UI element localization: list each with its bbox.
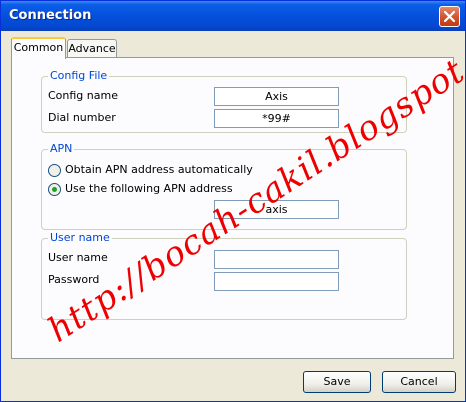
tab-common[interactable]: Common [11, 37, 66, 59]
apn-manual-radio[interactable] [48, 183, 61, 196]
config-name-field[interactable]: Axis [214, 87, 339, 106]
cancel-button[interactable]: Cancel [382, 371, 456, 393]
apn-manual-label[interactable]: Use the following APN address [65, 182, 233, 196]
dial-number-label: Dial number [48, 111, 116, 124]
apn-legend: APN [48, 142, 75, 156]
connection-dialog: Connection Common Advance Config File Co… [0, 0, 466, 402]
title-bar[interactable]: Connection [1, 1, 465, 31]
close-icon [444, 11, 455, 22]
dial-number-field[interactable]: *99# [214, 109, 339, 128]
close-button[interactable] [439, 6, 460, 27]
config-file-legend: Config File [48, 69, 110, 83]
password-field[interactable] [214, 272, 339, 291]
apn-auto-label[interactable]: Obtain APN address automatically [65, 163, 253, 177]
user-name-label: User name [48, 251, 108, 264]
user-name-legend: User name [48, 231, 112, 245]
window-title: Connection [9, 8, 92, 23]
user-name-field[interactable] [214, 250, 339, 269]
radio-selected-dot [52, 187, 57, 192]
config-name-label: Config name [48, 89, 118, 102]
save-button[interactable]: Save [303, 371, 371, 393]
apn-auto-radio[interactable] [48, 164, 61, 177]
tab-advance[interactable]: Advance [67, 39, 117, 58]
